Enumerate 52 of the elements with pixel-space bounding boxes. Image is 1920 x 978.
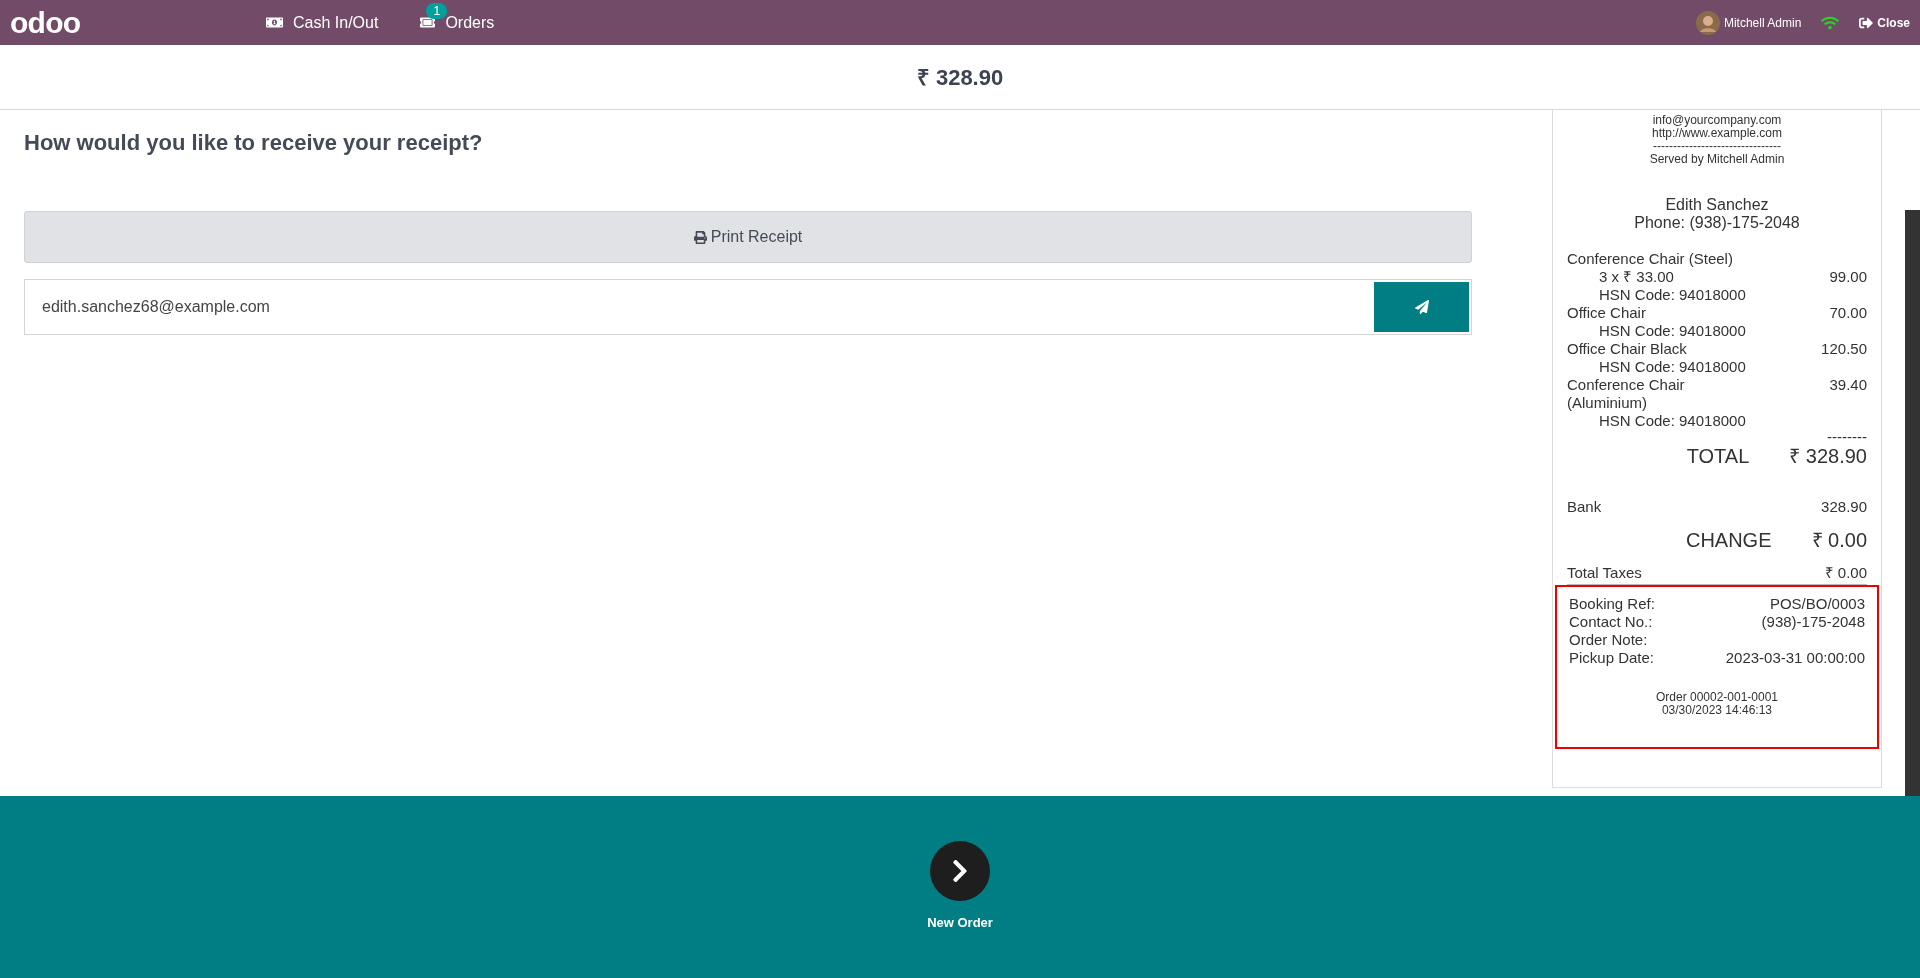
total-label: TOTAL bbox=[1686, 444, 1750, 468]
line-amount: 120.50 bbox=[1821, 340, 1867, 358]
booking-value: 2023-03-31 00:00:00 bbox=[1725, 649, 1865, 667]
order-datetime: 03/30/2023 14:46:13 bbox=[1660, 704, 1774, 717]
taxes-label: Total Taxes bbox=[1567, 564, 1642, 582]
product-name: Conference Chair (Aluminium) bbox=[1567, 376, 1686, 412]
nav-button[interactable]: Cash In/Out bbox=[260, 6, 385, 39]
printer-icon bbox=[693, 230, 707, 244]
taxes-value: ₹ 0.00 bbox=[1824, 564, 1867, 582]
line-amount: 70.00 bbox=[1829, 304, 1867, 322]
user-menu[interactable]: Mitchell Admin bbox=[1695, 10, 1802, 35]
receipt-header-line: info@yourcompany.com bbox=[1651, 114, 1783, 127]
separator-text: -------- bbox=[1827, 430, 1867, 444]
new-order-button[interactable]: New Order bbox=[927, 841, 993, 933]
avatar-icon bbox=[1695, 10, 1720, 35]
product-name: Office Chair bbox=[1567, 304, 1646, 322]
hsn-code: HSN Code: 94018000 bbox=[1598, 322, 1747, 340]
hsn-code: HSN Code: 94018000 bbox=[1598, 286, 1747, 304]
booking-label: Contact No.: bbox=[1569, 613, 1653, 631]
hsn-code: HSN Code: 94018000 bbox=[1598, 358, 1747, 376]
total-amount: ₹ 328.90 bbox=[916, 63, 1004, 92]
line-amount: 99.00 bbox=[1829, 268, 1867, 286]
hsn-code: HSN Code: 94018000 bbox=[1598, 412, 1747, 430]
receipt-header-line: http://www.example.com bbox=[1650, 127, 1784, 140]
payment-method: Bank bbox=[1567, 498, 1602, 516]
logo[interactable]: odoo bbox=[10, 7, 260, 38]
payment-amount: 328.90 bbox=[1821, 498, 1867, 516]
quantity-price: 3 x ₹ 33.00 bbox=[1599, 268, 1674, 286]
close-button[interactable]: Close bbox=[1859, 13, 1910, 32]
product-name: Conference Chair (Steel) bbox=[1567, 250, 1733, 268]
product-name: Office Chair Black bbox=[1567, 340, 1687, 358]
receipt-header-line: Served by Mitchell Admin bbox=[1648, 153, 1786, 166]
booking-value: (938)-175-2048 bbox=[1761, 613, 1865, 631]
booking-label: Booking Ref: bbox=[1569, 595, 1655, 613]
change-label: CHANGE bbox=[1685, 528, 1772, 552]
customer-name: Edith Sanchez bbox=[1664, 196, 1770, 214]
exit-icon bbox=[1859, 15, 1874, 30]
banknote-icon bbox=[266, 14, 283, 31]
change-value: ₹ 0.00 bbox=[1811, 528, 1867, 552]
total-value: ₹ 328.90 bbox=[1789, 444, 1867, 468]
order-reference: Order 00002-001-0001 bbox=[1654, 691, 1780, 704]
booking-value: POS/BO/0003 bbox=[1769, 595, 1865, 613]
ticket-icon bbox=[420, 15, 436, 30]
booking-label: Pickup Date: bbox=[1569, 649, 1655, 667]
count-badge: 1 bbox=[426, 2, 448, 19]
scrollbar-thumb[interactable] bbox=[1905, 210, 1920, 796]
line-amount: 39.40 bbox=[1829, 376, 1867, 395]
booking-label: Order Note: bbox=[1569, 631, 1648, 649]
receipt-question: How would you like to receive your receipt? bbox=[24, 129, 484, 157]
receipt-header-line: -------------------------------- bbox=[1653, 140, 1781, 153]
print-receipt-button[interactable]: Print Receipt bbox=[24, 211, 1472, 263]
customer-phone: Phone: (938)-175-2048 bbox=[1633, 214, 1801, 232]
